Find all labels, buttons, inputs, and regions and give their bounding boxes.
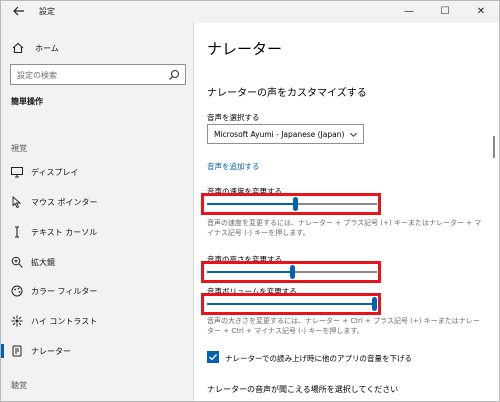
color-filter-icon: [11, 285, 23, 297]
sidebar-item-label: テキスト カーソル: [31, 228, 98, 237]
sidebar-item-narrator[interactable]: ナレーター: [1, 341, 194, 361]
add-voice-link[interactable]: 音声を追加する: [207, 161, 260, 172]
sidebar-item-label: ディスプレイ: [31, 168, 79, 177]
text-cursor-icon: [15, 226, 19, 238]
sidebar-item-label: ナレーター: [31, 347, 71, 356]
sidebar-item-color-filter[interactable]: カラー フィルター: [1, 281, 194, 301]
checkmark-icon: [209, 354, 218, 361]
maximize-button[interactable]: ☐: [427, 2, 463, 22]
mouse-pointer-icon: [12, 196, 22, 209]
close-button[interactable]: ✕: [463, 2, 499, 22]
title-bar: 設定 — ☐ ✕: [1, 1, 499, 23]
voice-dropdown[interactable]: Microsoft Ayumi - Japanese (Japan): [207, 124, 364, 144]
arrow-left-icon: [13, 6, 24, 16]
sidebar-item-mouse-pointer[interactable]: マウス ポインター: [1, 192, 194, 212]
scrollbar[interactable]: [493, 136, 495, 158]
main-content: ナレーター ナレーターの声をカスタマイズする 音声を選択する Microsoft…: [194, 23, 499, 401]
group-label-vision: 視覚: [11, 144, 27, 153]
speed-description: 音声の速度を変更するには、ナレーター + プラス記号 (+) キーまたはナレータ…: [207, 219, 482, 237]
sidebar-item-magnifier[interactable]: 拡大鏡: [1, 252, 194, 272]
narrator-icon: [12, 345, 22, 357]
high-contrast-icon: [11, 315, 23, 327]
sidebar-home[interactable]: ホーム: [11, 40, 59, 56]
selected-indicator: [1, 344, 4, 358]
highlight-box-speed: [201, 193, 381, 215]
page-title: ナレーター: [207, 40, 283, 58]
sidebar-item-text-cursor[interactable]: テキスト カーソル: [1, 222, 194, 242]
settings-window: 設定 — ☐ ✕ ホーム 設定の検索 簡単操作 視覚 ディスプレイ マウス ポイ…: [0, 0, 500, 402]
sidebar-item-high-contrast[interactable]: ハイ コントラスト: [1, 311, 194, 331]
search-input[interactable]: 設定の検索: [10, 64, 186, 85]
window-title: 設定: [39, 7, 55, 16]
sidebar-item-label: カラー フィルター: [31, 287, 98, 296]
search-icon: [169, 69, 180, 80]
sidebar: ホーム 設定の検索 簡単操作 視覚 ディスプレイ マウス ポインター テキスト …: [1, 23, 194, 401]
magnifier-icon: [11, 256, 23, 268]
group-label-hearing: 聴覚: [11, 381, 27, 390]
output-location-title: ナレーターの音声が聞こえる場所を選択してください: [207, 385, 399, 394]
display-icon: [11, 167, 23, 178]
sidebar-item-display[interactable]: ディスプレイ: [1, 162, 194, 182]
sidebar-item-label: 拡大鏡: [31, 258, 55, 267]
voice-label: 音声を選択する: [207, 113, 260, 122]
sidebar-item-label: ハイ コントラスト: [31, 317, 98, 326]
voice-dropdown-value: Microsoft Ayumi - Japanese (Japan): [214, 130, 345, 139]
chevron-down-icon: [349, 132, 358, 138]
lower-other-apps-checkbox[interactable]: [207, 351, 219, 363]
gear-icon: [12, 42, 24, 54]
volume-description: 音声の大きさを変更するには、ナレーター + Ctrl + プラス記号 (+) キ…: [207, 317, 480, 335]
lower-other-apps-label: ナレーターでの読み上げ時に他のアプリの音量を下げる: [225, 354, 413, 363]
highlight-box-pitch: [201, 261, 381, 283]
back-button[interactable]: [11, 4, 27, 20]
sidebar-home-label: ホーム: [35, 43, 59, 53]
search-placeholder: 設定の検索: [17, 71, 57, 80]
sidebar-item-label: マウス ポインター: [31, 198, 98, 207]
section-title: ナレーターの声をカスタマイズする: [207, 88, 367, 99]
minimize-button[interactable]: —: [391, 2, 427, 22]
highlight-box-volume: [201, 293, 381, 315]
category-title: 簡単操作: [11, 97, 43, 106]
